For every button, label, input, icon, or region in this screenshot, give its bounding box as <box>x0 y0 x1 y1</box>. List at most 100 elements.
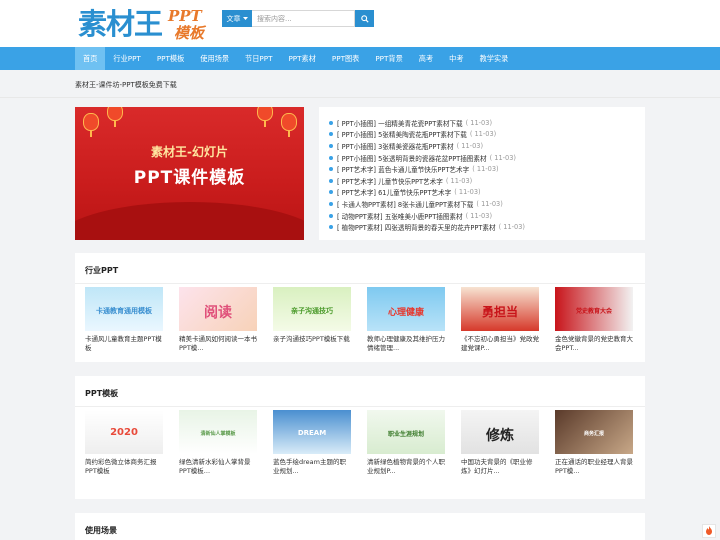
list-item[interactable]: [ 卡通人物PPT素材] 8张卡通儿童PPT素材下载( 11-03) <box>329 198 645 210</box>
card-title[interactable]: 《不忘初心勇担当》党政党建党课P... <box>461 335 539 352</box>
thumbnail-text: 修炼 <box>486 428 514 444</box>
panel-industry-ppt: 行业PPT 卡通教育通用模板卡通风儿童教育主题PPT模板 阅读精美卡通风如何阅读一… <box>75 253 645 362</box>
bullet-icon <box>329 143 333 148</box>
card-title[interactable]: 正在通话的职业经理人背景PPT模... <box>555 458 633 475</box>
template-card[interactable]: 党史教育大会金色党徽背景的党史教育大会PPT... <box>555 287 649 352</box>
news-title[interactable]: [ 卡通人物PPT素材] 8张卡通儿童PPT素材下载 <box>337 199 473 209</box>
nav-item[interactable]: PPT素材 <box>280 47 323 70</box>
nav-item[interactable]: 使用场景 <box>192 47 237 70</box>
list-item[interactable]: [ PPT小插图] 5张透明背景的瓷器花盆PPT插图素材( 11-03) <box>329 152 645 164</box>
card-title[interactable]: 卡通风儿童教育主题PPT模板 <box>85 335 163 352</box>
banner-decoration <box>75 202 304 240</box>
card-thumbnail[interactable]: DREAM <box>273 410 351 454</box>
logo-sub-text-2: 模板 <box>174 24 205 42</box>
card-thumbnail[interactable]: 职业生涯规划 <box>367 410 445 454</box>
latest-news-list: [ PPT小插图] 一组精美青花瓷PPT素材下载( 11-03)[ PPT小插图… <box>319 107 645 240</box>
card-title[interactable]: 中国功夫背景的《职业修炼》幻灯片... <box>461 458 539 475</box>
list-item[interactable]: [ PPT小插图] 3张精美瓷器花瓶PPT素材( 11-03) <box>329 140 645 152</box>
nav-item[interactable]: PPT背景 <box>367 47 410 70</box>
template-card[interactable]: 亲子沟通技巧亲子沟通技巧PPT模板下载 <box>273 287 367 352</box>
banner-title-top: 素材王-幻灯片 <box>151 145 228 159</box>
card-thumbnail[interactable]: 心理健康 <box>367 287 445 331</box>
template-card[interactable]: 清新仙人掌模板绿色清新水彩仙人掌背景PPT模板... <box>179 410 273 475</box>
card-thumbnail[interactable]: 卡通教育通用模板 <box>85 287 163 331</box>
nav-items: 首页 行业PPT PPT模板 使用场景 节日PPT PPT素材 PPT图表 PPT背景 高考 中考… <box>75 47 516 70</box>
template-card[interactable]: 心理健康教师心理健康及其维护压力情绪管理... <box>367 287 461 352</box>
lantern-icon <box>257 107 273 127</box>
news-date: ( 11-03) <box>456 141 484 150</box>
list-item[interactable]: [ PPT小插图] 一组精美青花瓷PPT素材下载( 11-03) <box>329 117 645 129</box>
panel-title[interactable]: PPT模板 <box>85 388 118 399</box>
template-card[interactable]: 卡通教育通用模板卡通风儿童教育主题PPT模板 <box>85 287 179 352</box>
card-title[interactable]: 简约彩色微立体商务汇报PPT模板 <box>85 458 163 475</box>
card-title[interactable]: 亲子沟通技巧PPT模板下载 <box>273 335 351 344</box>
list-item[interactable]: [ PPT艺术字] 61儿童节快乐PPT艺术字( 11-03) <box>329 187 645 199</box>
card-thumbnail[interactable]: 党史教育大会 <box>555 287 633 331</box>
card-title[interactable]: 清新绿色植物背景的个人职业规划P... <box>367 458 445 475</box>
news-title[interactable]: [ PPT小插图] 3张精美瓷器花瓶PPT素材 <box>337 141 454 151</box>
search-type-select[interactable]: 文章 <box>222 10 252 27</box>
list-item[interactable]: [ 植物PPT素材] 四张透明背景的春天里的花卉PPT素材( 11-03) <box>329 221 645 233</box>
card-thumbnail[interactable]: 亲子沟通技巧 <box>273 287 351 331</box>
main-nav: 首页 行业PPT PPT模板 使用场景 节日PPT PPT素材 PPT图表 PPT背景 高考 中考… <box>0 47 720 70</box>
bullet-icon <box>329 190 333 195</box>
list-item[interactable]: [ 动物PPT素材] 五张唯美小鹿PPT插图素材( 11-03) <box>329 210 645 222</box>
card-thumbnail[interactable]: 阅读 <box>179 287 257 331</box>
card-thumbnail[interactable]: 清新仙人掌模板 <box>179 410 257 454</box>
logo-sub-text: PPT <box>168 7 202 25</box>
nav-item[interactable]: 教学实录 <box>472 47 517 70</box>
panel-title[interactable]: 行业PPT <box>85 265 118 276</box>
nav-item[interactable]: PPT模板 <box>149 47 192 70</box>
card-title[interactable]: 金色党徽背景的党史教育大会PPT... <box>555 335 633 352</box>
template-card[interactable]: 职业生涯规划清新绿色植物背景的个人职业规划P... <box>367 410 461 475</box>
featured-banner[interactable]: 素材王-幻灯片 PPT课件模板 <box>75 107 304 240</box>
search-button[interactable] <box>355 10 374 27</box>
thumbnail-text: 商务汇报 <box>583 430 604 437</box>
site-logo[interactable]: 素材王 PPT 模板 <box>78 6 213 42</box>
card-grid: 2020 简约彩色微立体商务汇报PPT模板 清新仙人掌模板绿色清新水彩仙人掌背景PP… <box>85 410 649 475</box>
template-card[interactable]: 2020 简约彩色微立体商务汇报PPT模板 <box>85 410 179 475</box>
template-card[interactable]: 勇担当《不忘初心勇担当》党政党建党课P... <box>461 287 555 352</box>
nav-item[interactable]: 节日PPT <box>237 47 280 70</box>
news-title[interactable]: [ PPT小插图] 5张精美陶瓷花瓶PPT素材下载 <box>337 129 467 139</box>
bullet-icon <box>329 178 333 183</box>
list-item[interactable]: [ PPT艺术字] 儿童节快乐PPT艺术字( 11-03) <box>329 175 645 187</box>
card-thumbnail[interactable]: 修炼 <box>461 410 539 454</box>
card-thumbnail[interactable]: 勇担当 <box>461 287 539 331</box>
list-item[interactable]: [ PPT艺术字] 蓝色卡通儿童节快乐PPT艺术字( 11-03) <box>329 163 645 175</box>
nav-item[interactable]: 中考 <box>441 47 471 70</box>
thumbnail-text: DREAM <box>297 428 327 437</box>
panel-title[interactable]: 使用场景 <box>85 525 117 536</box>
fire-icon <box>705 525 713 537</box>
hot-button[interactable] <box>702 524 716 538</box>
template-card[interactable]: 阅读精美卡通风如何阅读一本书PPT模... <box>179 287 273 352</box>
news-title[interactable]: [ PPT艺术字] 61儿童节快乐PPT艺术字 <box>337 187 451 197</box>
template-card[interactable]: 商务汇报正在通话的职业经理人背景PPT模... <box>555 410 649 475</box>
card-title[interactable]: 精美卡通风如何阅读一本书PPT模... <box>179 335 257 352</box>
template-card[interactable]: 修炼中国功夫背景的《职业修炼》幻灯片... <box>461 410 555 475</box>
bullet-icon <box>329 225 333 230</box>
news-title[interactable]: [ 植物PPT素材] 四张透明背景的春天里的花卉PPT素材 <box>337 222 496 232</box>
news-title[interactable]: [ PPT艺术字] 儿童节快乐PPT艺术字 <box>337 176 443 186</box>
search-input[interactable] <box>252 10 355 27</box>
card-title[interactable]: 教师心理健康及其维护压力情绪管理... <box>367 335 445 352</box>
bullet-icon <box>329 155 333 160</box>
nav-item[interactable]: 高考 <box>411 47 441 70</box>
nav-item[interactable]: PPT图表 <box>324 47 367 70</box>
list-item[interactable]: [ PPT小插图] 5张精美陶瓷花瓶PPT素材下载( 11-03) <box>329 129 645 141</box>
news-date: ( 11-03) <box>465 118 493 127</box>
news-title[interactable]: [ PPT艺术字] 蓝色卡通儿童节快乐PPT艺术字 <box>337 164 469 174</box>
card-thumbnail[interactable]: 2020 <box>85 410 163 454</box>
search-type-label: 文章 <box>226 14 241 23</box>
template-card[interactable]: DREAM 蓝色手绘dream主题的职业规划... <box>273 410 367 475</box>
card-title[interactable]: 绿色清新水彩仙人掌背景PPT模板... <box>179 458 257 475</box>
divider <box>0 97 720 98</box>
news-title[interactable]: [ PPT小插图] 一组精美青花瓷PPT素材下载 <box>337 118 463 128</box>
nav-item[interactable]: 首页 <box>75 47 106 70</box>
logo-main-text: 素材王 <box>78 7 163 41</box>
nav-item[interactable]: 行业PPT <box>105 47 148 70</box>
news-title[interactable]: [ PPT小插图] 5张透明背景的瓷器花盆PPT插图素材 <box>337 153 487 163</box>
card-thumbnail[interactable]: 商务汇报 <box>555 410 633 454</box>
news-title[interactable]: [ 动物PPT素材] 五张唯美小鹿PPT插图素材 <box>337 211 463 221</box>
card-title[interactable]: 蓝色手绘dream主题的职业规划... <box>273 458 351 475</box>
